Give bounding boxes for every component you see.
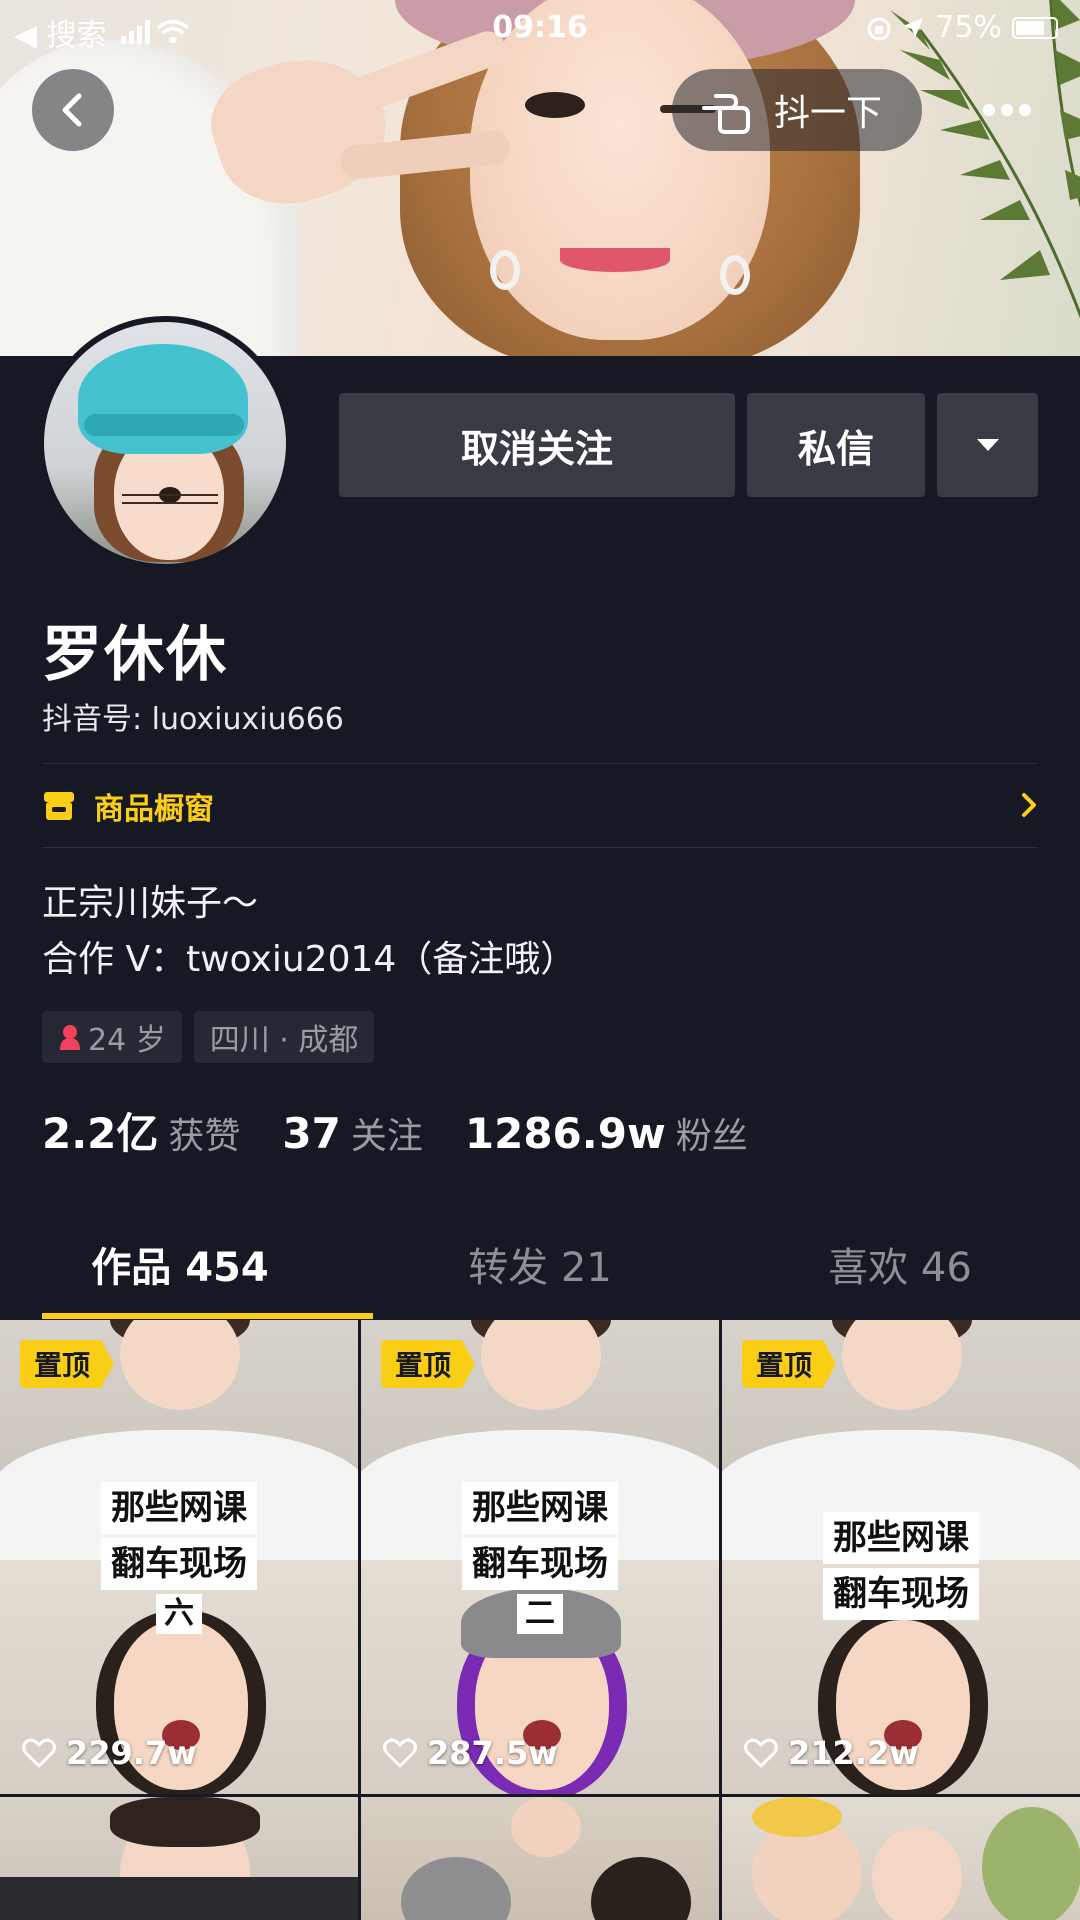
lock-rotation-icon xyxy=(867,17,891,40)
age-tag: 24 岁 xyxy=(42,1011,182,1063)
stat-value: 37 xyxy=(282,1109,341,1158)
shop-window-label: 商品橱窗 xyxy=(94,792,214,827)
followers-stat[interactable]: 1286.9w 粉丝 xyxy=(465,1107,748,1159)
poke-button[interactable]: 抖一下 xyxy=(672,69,922,151)
battery-icon xyxy=(1012,16,1058,39)
caption-line: 翻车现场 xyxy=(101,1538,257,1590)
stats-row: 2.2亿 获赞 37 关注 1286.9w 粉丝 xyxy=(42,1100,790,1161)
caption-line: 翻车现场 xyxy=(823,1568,979,1620)
pinned-badge: 置顶 xyxy=(20,1340,115,1388)
bio-line: 正宗川妹子～ xyxy=(42,883,259,924)
content-tabs: 作品 454 转发 21 喜欢 46 xyxy=(0,1230,1080,1320)
bio-line: 合作 V：twoxiu2014（备注哦） xyxy=(42,939,577,980)
caption-episode: 六 xyxy=(156,1594,202,1634)
poke-label: 抖一下 xyxy=(774,93,883,134)
location-label: 四川 · 成都 xyxy=(209,1023,359,1058)
tab-indicator xyxy=(42,1313,373,1319)
caption-line: 那些网课 xyxy=(823,1512,979,1564)
more-options-button[interactable] xyxy=(966,69,1048,151)
status-bar: ◀ 搜索 09:16 75% xyxy=(0,0,1080,56)
caption-line: 翻车现场 xyxy=(462,1538,618,1590)
following-stat[interactable]: 37 关注 xyxy=(282,1107,422,1159)
stat-label: 粉丝 xyxy=(675,1116,748,1157)
like-count: 287.5w xyxy=(427,1734,558,1772)
avatar[interactable] xyxy=(38,316,292,570)
stat-value: 2.2亿 xyxy=(42,1109,159,1158)
divider xyxy=(42,763,1038,764)
triangle-down-icon xyxy=(976,439,999,451)
video-caption: 那些网课 翻车现场 二 xyxy=(361,1480,719,1636)
chevron-left-icon xyxy=(62,93,82,127)
video-thumbnail[interactable] xyxy=(0,1797,358,1920)
video-thumbnail[interactable] xyxy=(361,1797,719,1920)
shop-window-row[interactable]: 商品橱窗 xyxy=(42,775,1038,837)
tab-reposts[interactable]: 转发 21 xyxy=(360,1230,720,1320)
video-grid: 那些网课 翻车现场 六 置顶 229.7w 那些网课 翻车现场 二 置顶 287… xyxy=(0,1320,1080,1920)
tab-works[interactable]: 作品 454 xyxy=(0,1230,360,1320)
more-dots-icon xyxy=(983,104,1031,116)
shop-icon xyxy=(44,792,74,820)
heart-icon xyxy=(744,1738,778,1768)
stat-label: 获赞 xyxy=(168,1116,241,1157)
video-thumbnail[interactable]: 那些网课 翻车现场 置顶 212.2w xyxy=(722,1320,1080,1794)
nickname: 罗休休 xyxy=(42,620,228,690)
pinned-badge: 置顶 xyxy=(381,1340,476,1388)
like-count: 212.2w xyxy=(788,1734,919,1772)
video-thumbnail[interactable]: 那些网课 翻车现场 六 置顶 229.7w xyxy=(0,1320,358,1794)
like-count: 229.7w xyxy=(66,1734,197,1772)
video-likes: 229.7w xyxy=(22,1734,197,1772)
video-caption: 那些网课 翻车现场 xyxy=(722,1510,1080,1622)
video-thumbnail[interactable]: 那些网课 翻车现场 二 置顶 287.5w xyxy=(361,1320,719,1794)
female-icon xyxy=(60,1025,80,1050)
video-thumbnail[interactable] xyxy=(722,1797,1080,1920)
video-likes: 212.2w xyxy=(744,1734,919,1772)
stat-label: 关注 xyxy=(350,1116,423,1157)
location-tag: 四川 · 成都 xyxy=(193,1011,375,1063)
video-caption: 那些网课 翻车现场 六 xyxy=(0,1480,358,1636)
bio: 正宗川妹子～ 合作 V：twoxiu2014（备注哦） xyxy=(42,876,576,988)
stat-value: 1286.9w xyxy=(464,1109,666,1158)
heart-icon xyxy=(22,1738,56,1768)
video-likes: 287.5w xyxy=(383,1734,558,1772)
pinned-badge: 置顶 xyxy=(742,1340,837,1388)
caption-line: 那些网课 xyxy=(462,1482,618,1534)
pointing-hand-icon xyxy=(702,94,750,134)
battery-percent: 75% xyxy=(935,10,1002,45)
location-icon xyxy=(903,17,924,38)
profile-tags: 24 岁 四川 · 成都 xyxy=(42,1011,375,1063)
caption-episode: 二 xyxy=(517,1594,563,1634)
message-button[interactable]: 私信 xyxy=(747,393,925,497)
tab-likes[interactable]: 喜欢 46 xyxy=(720,1230,1080,1320)
likes-stat: 2.2亿 获赞 xyxy=(42,1100,240,1161)
caption-line: 那些网课 xyxy=(101,1482,257,1534)
divider xyxy=(42,847,1038,848)
heart-icon xyxy=(383,1738,417,1768)
unfollow-button[interactable]: 取消关注 xyxy=(339,393,735,497)
douyin-id: 抖音号: luoxiuxiu666 xyxy=(42,702,344,737)
chevron-right-icon xyxy=(1022,793,1036,817)
recommend-dropdown-button[interactable] xyxy=(937,393,1038,497)
age-label: 24 岁 xyxy=(88,1023,166,1058)
back-button[interactable] xyxy=(32,69,114,151)
